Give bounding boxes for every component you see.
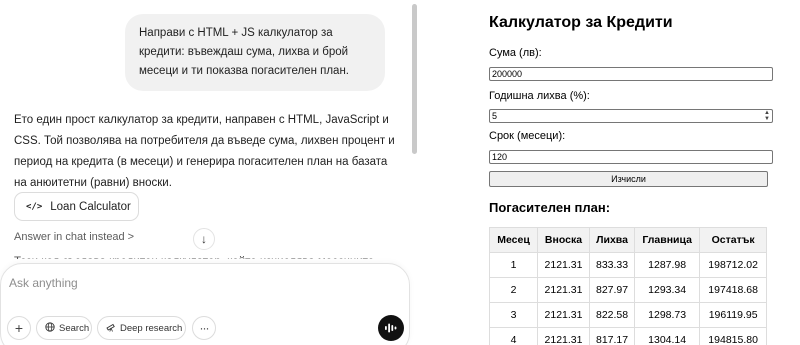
- prompt-input[interactable]: Ask anything: [9, 276, 78, 290]
- code-icon: </>: [26, 201, 43, 212]
- answer-in-chat-label: Answer in chat instead: [14, 231, 125, 243]
- chat-scrollbar[interactable]: [411, 0, 418, 345]
- table-cell: 827.97: [588, 277, 636, 303]
- column-header: Остатък: [699, 227, 768, 253]
- rate-label: Годишна лихва (%):: [489, 90, 590, 102]
- table-cell: 1: [489, 252, 538, 278]
- table-cell: 1293.34: [634, 277, 701, 303]
- table-cell: 4: [489, 327, 538, 345]
- plus-icon: +: [14, 320, 24, 336]
- answer-in-chat-link[interactable]: Answer in chat instead >: [14, 231, 134, 243]
- more-icon: ···: [199, 321, 210, 335]
- table-cell: 198712.02: [699, 252, 768, 278]
- canvas-chip-label: Loan Calculator: [50, 200, 131, 213]
- composer: Ask anything + Search Deep research ···: [0, 263, 410, 345]
- arrow-down-icon: ↓: [201, 232, 207, 246]
- voice-waveform-icon: [384, 322, 398, 334]
- column-header: Лихва: [588, 227, 636, 253]
- term-input[interactable]: 120: [489, 150, 773, 164]
- deep-research-label: Deep research: [120, 322, 183, 334]
- chat-pane: Направи с HTML + JS калкулатор за кредит…: [0, 0, 422, 345]
- amortization-table: Месец Вноска Лихва Главница Остатък 1 21…: [489, 227, 768, 345]
- chat-scrollbar-thumb[interactable]: [412, 4, 417, 154]
- table-cell: 817.17: [588, 327, 636, 345]
- plan-title: Погасителен план:: [489, 200, 611, 215]
- table-row: 4 2121.31 817.17 1304.14 194815.80: [489, 327, 768, 345]
- user-message: Направи с HTML + JS калкулатор за кредит…: [125, 14, 385, 91]
- page-title: Калкулатор за Кредити: [489, 14, 673, 31]
- voice-mode-button[interactable]: [378, 315, 404, 341]
- calculate-button[interactable]: Изчисли: [489, 171, 768, 187]
- table-cell: 2121.31: [537, 252, 590, 278]
- table-cell: 194815.80: [699, 327, 768, 345]
- column-header: Главница: [634, 227, 701, 253]
- table-cell: 2121.31: [537, 302, 590, 328]
- column-header: Месец: [489, 227, 538, 253]
- table-cell: 197418.68: [699, 277, 768, 303]
- table-row: 1 2121.31 833.33 1287.98 198712.02: [489, 252, 768, 278]
- table-cell: 833.33: [588, 252, 636, 278]
- table-row: 2 2121.31 827.97 1293.34 197418.68: [489, 277, 768, 303]
- amount-input[interactable]: 200000: [489, 67, 773, 81]
- rate-input[interactable]: 5 ▲ ▼: [489, 109, 773, 123]
- assistant-message: Ето един прост калкулатор за кредити, на…: [14, 114, 395, 189]
- amount-label: Сума (лв):: [489, 47, 542, 59]
- table-cell: 1304.14: [634, 327, 701, 345]
- column-header: Вноска: [537, 227, 590, 253]
- table-cell: 3: [489, 302, 538, 328]
- table-cell: 822.58: [588, 302, 636, 328]
- search-button[interactable]: Search: [36, 316, 92, 340]
- table-cell: 2: [489, 277, 538, 303]
- loan-calculator-canvas-button[interactable]: </> Loan Calculator: [14, 192, 139, 221]
- attach-button[interactable]: +: [7, 316, 31, 340]
- deep-research-button[interactable]: Deep research: [97, 316, 186, 340]
- globe-icon: [45, 321, 55, 335]
- search-label: Search: [59, 322, 90, 334]
- table-row: 3 2121.31 822.58 1298.73 196119.95: [489, 302, 768, 328]
- rate-value: 5: [492, 111, 498, 121]
- telescope-icon: [106, 322, 116, 335]
- table-cell: 1298.73: [634, 302, 701, 328]
- chevron-right-icon: >: [127, 231, 135, 243]
- more-tools-button[interactable]: ···: [192, 316, 216, 340]
- preview-pane: Калкулатор за Кредити Сума (лв): 200000 …: [422, 0, 800, 345]
- table-cell: 1287.98: [634, 252, 701, 278]
- table-header-row: Месец Вноска Лихва Главница Остатък: [489, 227, 768, 253]
- scroll-to-bottom-button[interactable]: ↓: [193, 228, 215, 250]
- number-spinner-icon[interactable]: ▲ ▼: [764, 110, 770, 122]
- table-cell: 196119.95: [699, 302, 768, 328]
- term-label: Срок (месеци):: [489, 130, 566, 142]
- table-cell: 2121.31: [537, 277, 590, 303]
- table-cell: 2121.31: [537, 327, 590, 345]
